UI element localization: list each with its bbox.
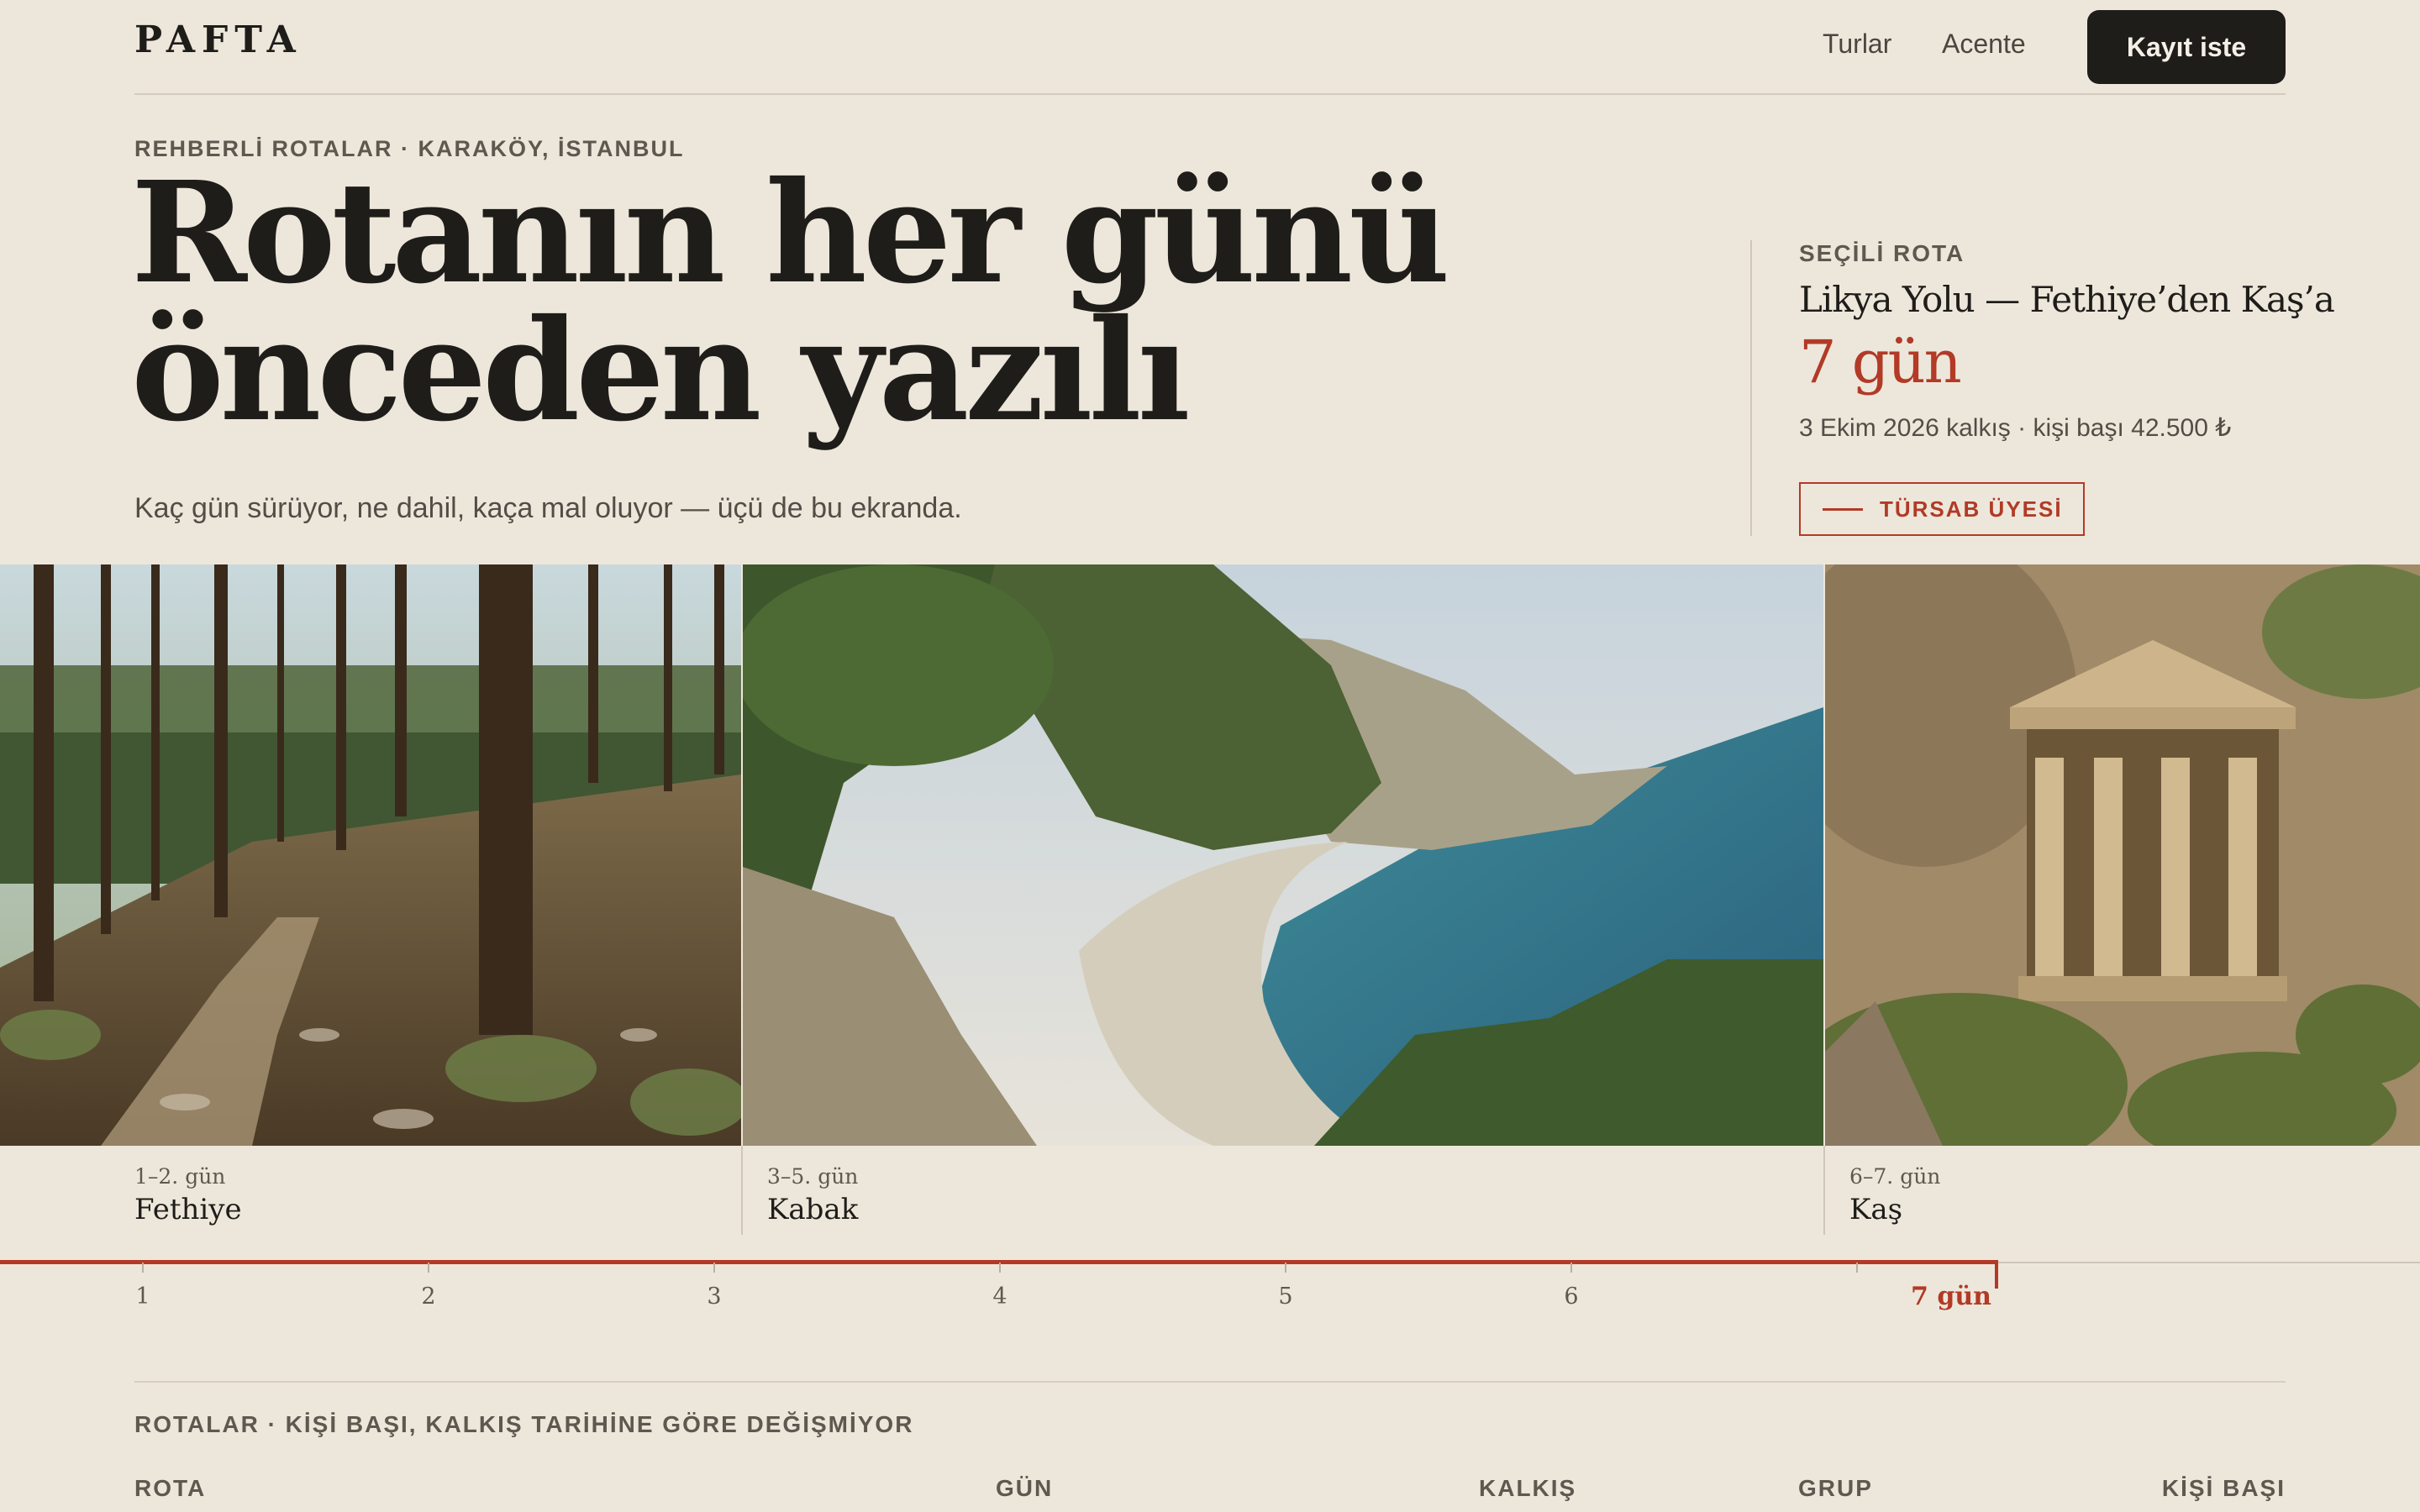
day-tick-2: [428, 1263, 429, 1273]
column-header-price-per-person[interactable]: KİŞİ BAŞI: [2162, 1475, 2286, 1502]
selected-route-meta: 3 Ekim 2026 kalkış · kişi başı 42.500 ₺: [1799, 414, 2232, 442]
hero-headline: Rotanın her günü önceden yazılı: [131, 151, 1450, 453]
day-tick-label-5: 5: [1278, 1284, 1293, 1310]
selected-route-divider: [1750, 240, 1752, 536]
column-header-route[interactable]: ROTA: [134, 1475, 206, 1502]
routes-table-divider: [134, 1381, 2286, 1383]
forest-trail-image: [0, 564, 741, 1146]
tursab-badge: TÜRSAB ÜYESİ: [1799, 482, 2085, 536]
day-tick-1: [142, 1263, 144, 1273]
lycian-rock-tomb-image: [1825, 564, 2420, 1146]
day-tick-5: [1285, 1263, 1286, 1273]
photo-fethiye-forest-trail[interactable]: [0, 564, 741, 1146]
leg-2-range: 3–5. gün: [767, 1164, 859, 1189]
selected-route-title[interactable]: Likya Yolu — Fethiye’den Kaş’a: [1799, 279, 2335, 320]
leg-2-place[interactable]: Kabak: [767, 1193, 858, 1226]
hero-subline: Kaç gün sürüyor, ne dahil, kaça mal oluy…: [134, 492, 962, 524]
coastal-cove-image: [743, 564, 1823, 1146]
column-header-group[interactable]: GRUP: [1798, 1475, 1873, 1502]
day-tick-label-total: 7 gün: [1911, 1282, 1991, 1311]
day-tick-label-3: 3: [707, 1284, 722, 1310]
day-tick-6: [1570, 1263, 1572, 1273]
column-header-departure[interactable]: KALKIŞ: [1479, 1475, 1576, 1502]
day-tick-label-6: 6: [1564, 1284, 1579, 1310]
nav-link-acente[interactable]: Acente: [1942, 29, 2026, 60]
selected-route-label: SEÇİLİ ROTA: [1799, 240, 1965, 266]
leg-3-place[interactable]: Kaş: [1849, 1193, 1902, 1226]
day-tick-label-4: 4: [992, 1284, 1007, 1310]
leg-column-2: [741, 1146, 1823, 1235]
leg-1-place[interactable]: Fethiye: [134, 1193, 242, 1226]
leg-column-3: [1823, 1146, 2420, 1235]
day-scale-end-marker: [1995, 1260, 1998, 1289]
day-tick-label-2: 2: [421, 1284, 436, 1310]
brand-logo[interactable]: PAFTA: [134, 18, 302, 61]
nav-link-turlar[interactable]: Turlar: [1823, 29, 1891, 60]
nav-divider: [134, 93, 2286, 95]
hero-headline-line-1: Rotanın her günü: [131, 151, 1450, 315]
day-tick-4: [999, 1263, 1001, 1273]
routes-table-caption: ROTALAR · KİŞİ BAŞI, KALKIŞ TARİHİNE GÖR…: [134, 1411, 914, 1437]
photo-kabak-cove[interactable]: [743, 564, 1823, 1146]
photo-kas-rock-tomb[interactable]: [1825, 564, 2420, 1146]
day-tick-7: [1856, 1263, 1858, 1273]
badge-dash-icon: [1823, 507, 1863, 511]
day-tick-label-1: 1: [135, 1284, 150, 1310]
hero-headline-line-2: önceden yazılı: [131, 289, 1191, 453]
day-tick-3: [713, 1263, 715, 1273]
badge-label: TÜRSAB ÜYESİ: [1880, 496, 2063, 522]
register-button[interactable]: Kayıt iste: [2087, 10, 2286, 84]
column-header-days[interactable]: GÜN: [996, 1475, 1053, 1502]
leg-3-range: 6–7. gün: [1849, 1164, 1941, 1189]
selected-route-days: 7 gün: [1799, 328, 1962, 396]
leg-1-range: 1–2. gün: [134, 1164, 226, 1189]
leg-column-1: [0, 1146, 741, 1235]
